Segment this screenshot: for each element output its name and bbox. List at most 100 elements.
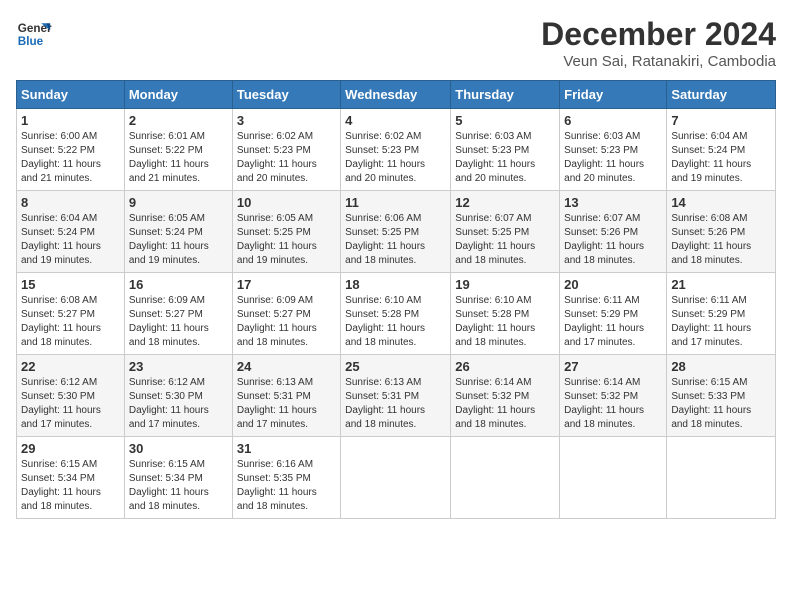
day-info: Sunrise: 6:07 AM Sunset: 5:26 PM Dayligh… [564,212,662,268]
day-info: Sunrise: 6:12 AM Sunset: 5:30 PM Dayligh… [21,376,120,432]
day-number: 13 [564,195,662,210]
weekday-header: Monday [124,81,232,109]
calendar-cell: 21Sunrise: 6:11 AM Sunset: 5:29 PM Dayli… [667,273,776,355]
calendar-cell: 29 Sunrise: 6:15 AM Sunset: 5:34 PM Dayli… [17,437,125,519]
day-number: 14 [671,195,771,210]
day-number: 20 [564,277,662,292]
day-number: 7 [671,113,771,128]
calendar-cell: 24Sunrise: 6:13 AM Sunset: 5:31 PM Dayli… [232,355,340,437]
day-number: 25 [345,359,446,374]
day-number: 2 [129,113,228,128]
day-number: 26 [455,359,555,374]
day-number: 29 [21,441,120,456]
calendar-cell: 8 Sunrise: 6:04 AM Sunset: 5:24 PM Daylig… [17,191,125,273]
calendar-week-row: 1Sunrise: 6:00 AM Sunset: 5:22 PM Daylig… [17,109,776,191]
weekday-header: Saturday [667,81,776,109]
weekday-header: Sunday [17,81,125,109]
calendar-cell: 26 Sunrise: 6:14 AM Sunset: 5:32 PM Dayli… [451,355,560,437]
day-info: Sunrise: 6:08 AM Sunset: 5:27 PM Dayligh… [21,294,120,350]
calendar-cell: 10 Sunrise: 6:05 AM Sunset: 5:25 PM Dayli… [232,191,340,273]
calendar-cell: 11 Sunrise: 6:06 AM Sunset: 5:25 PM Dayli… [341,191,451,273]
month-title: December 2024 [541,16,776,53]
calendar-cell: 6Sunrise: 6:03 AM Sunset: 5:23 PM Daylig… [560,109,667,191]
calendar-cell: 18Sunrise: 6:10 AM Sunset: 5:28 PM Dayli… [341,273,451,355]
day-number: 17 [237,277,336,292]
day-number: 21 [671,277,771,292]
day-info: Sunrise: 6:10 AM Sunset: 5:28 PM Dayligh… [455,294,555,350]
calendar-cell: 7 Sunrise: 6:04 AM Sunset: 5:24 PM Daylig… [667,109,776,191]
calendar-cell: 3Sunrise: 6:02 AM Sunset: 5:23 PM Daylig… [232,109,340,191]
day-info: Sunrise: 6:10 AM Sunset: 5:28 PM Dayligh… [345,294,446,350]
weekday-header: Tuesday [232,81,340,109]
calendar-cell: 16 Sunrise: 6:09 AM Sunset: 5:27 PM Dayli… [124,273,232,355]
day-number: 24 [237,359,336,374]
day-info: Sunrise: 6:02 AM Sunset: 5:23 PM Dayligh… [345,130,446,186]
day-number: 23 [129,359,228,374]
calendar-cell: 9Sunrise: 6:05 AM Sunset: 5:24 PM Daylig… [124,191,232,273]
weekday-header: Wednesday [341,81,451,109]
day-info: Sunrise: 6:09 AM Sunset: 5:27 PM Dayligh… [129,294,228,350]
calendar-cell [341,437,451,519]
calendar-cell [560,437,667,519]
calendar-cell: 30 Sunrise: 6:15 AM Sunset: 5:34 PM Dayli… [124,437,232,519]
weekday-header: Thursday [451,81,560,109]
day-info: Sunrise: 6:03 AM Sunset: 5:23 PM Dayligh… [455,130,555,186]
calendar-cell [667,437,776,519]
calendar-cell: 23 Sunrise: 6:12 AM Sunset: 5:30 PM Dayli… [124,355,232,437]
weekday-header: Friday [560,81,667,109]
calendar-cell [451,437,560,519]
day-info: Sunrise: 6:14 AM Sunset: 5:32 PM Dayligh… [455,376,555,432]
day-info: Sunrise: 6:08 AM Sunset: 5:26 PM Dayligh… [671,212,771,268]
day-info: Sunrise: 6:04 AM Sunset: 5:24 PM Dayligh… [671,130,771,186]
day-info: Sunrise: 6:04 AM Sunset: 5:24 PM Dayligh… [21,212,120,268]
day-info: Sunrise: 6:13 AM Sunset: 5:31 PM Dayligh… [345,376,446,432]
day-number: 11 [345,195,446,210]
day-number: 16 [129,277,228,292]
day-number: 27 [564,359,662,374]
calendar-cell: 4 Sunrise: 6:02 AM Sunset: 5:23 PM Daylig… [341,109,451,191]
day-info: Sunrise: 6:12 AM Sunset: 5:30 PM Dayligh… [129,376,228,432]
calendar-cell: 20 Sunrise: 6:11 AM Sunset: 5:29 PM Dayli… [560,273,667,355]
calendar-cell: 25 Sunrise: 6:13 AM Sunset: 5:31 PM Dayli… [341,355,451,437]
calendar-cell: 13 Sunrise: 6:07 AM Sunset: 5:26 PM Dayli… [560,191,667,273]
day-info: Sunrise: 6:06 AM Sunset: 5:25 PM Dayligh… [345,212,446,268]
day-info: Sunrise: 6:15 AM Sunset: 5:34 PM Dayligh… [129,458,228,514]
logo-icon: General Blue [16,16,52,52]
logo: General Blue [16,16,52,52]
day-info: Sunrise: 6:15 AM Sunset: 5:33 PM Dayligh… [671,376,771,432]
day-number: 30 [129,441,228,456]
day-info: Sunrise: 6:09 AM Sunset: 5:27 PM Dayligh… [237,294,336,350]
day-number: 19 [455,277,555,292]
day-info: Sunrise: 6:00 AM Sunset: 5:22 PM Dayligh… [21,130,120,186]
calendar-cell: 28 Sunrise: 6:15 AM Sunset: 5:33 PM Dayli… [667,355,776,437]
header-row: SundayMondayTuesdayWednesdayThursdayFrid… [17,81,776,109]
day-info: Sunrise: 6:03 AM Sunset: 5:23 PM Dayligh… [564,130,662,186]
calendar-cell: 22 Sunrise: 6:12 AM Sunset: 5:30 PM Dayli… [17,355,125,437]
day-number: 10 [237,195,336,210]
calendar-cell: 1Sunrise: 6:00 AM Sunset: 5:22 PM Daylig… [17,109,125,191]
day-info: Sunrise: 6:15 AM Sunset: 5:34 PM Dayligh… [21,458,120,514]
calendar-cell: 27 Sunrise: 6:14 AM Sunset: 5:32 PM Dayli… [560,355,667,437]
svg-text:Blue: Blue [18,35,44,48]
day-info: Sunrise: 6:05 AM Sunset: 5:25 PM Dayligh… [237,212,336,268]
calendar-table: SundayMondayTuesdayWednesdayThursdayFrid… [16,80,776,519]
day-info: Sunrise: 6:07 AM Sunset: 5:25 PM Dayligh… [455,212,555,268]
calendar-cell: 2 Sunrise: 6:01 AM Sunset: 5:22 PM Daylig… [124,109,232,191]
calendar-week-row: 22 Sunrise: 6:12 AM Sunset: 5:30 PM Dayli… [17,355,776,437]
day-number: 15 [21,277,120,292]
calendar-week-row: 15 Sunrise: 6:08 AM Sunset: 5:27 PM Dayli… [17,273,776,355]
day-number: 22 [21,359,120,374]
calendar-cell: 31Sunrise: 6:16 AM Sunset: 5:35 PM Dayli… [232,437,340,519]
day-number: 8 [21,195,120,210]
day-info: Sunrise: 6:01 AM Sunset: 5:22 PM Dayligh… [129,130,228,186]
day-number: 31 [237,441,336,456]
day-info: Sunrise: 6:14 AM Sunset: 5:32 PM Dayligh… [564,376,662,432]
location-subtitle: Veun Sai, Ratanakiri, Cambodia [541,53,776,70]
day-info: Sunrise: 6:11 AM Sunset: 5:29 PM Dayligh… [564,294,662,350]
calendar-cell: 14 Sunrise: 6:08 AM Sunset: 5:26 PM Dayli… [667,191,776,273]
calendar-cell: 5Sunrise: 6:03 AM Sunset: 5:23 PM Daylig… [451,109,560,191]
day-number: 3 [237,113,336,128]
day-number: 4 [345,113,446,128]
day-number: 28 [671,359,771,374]
calendar-cell: 15 Sunrise: 6:08 AM Sunset: 5:27 PM Dayli… [17,273,125,355]
